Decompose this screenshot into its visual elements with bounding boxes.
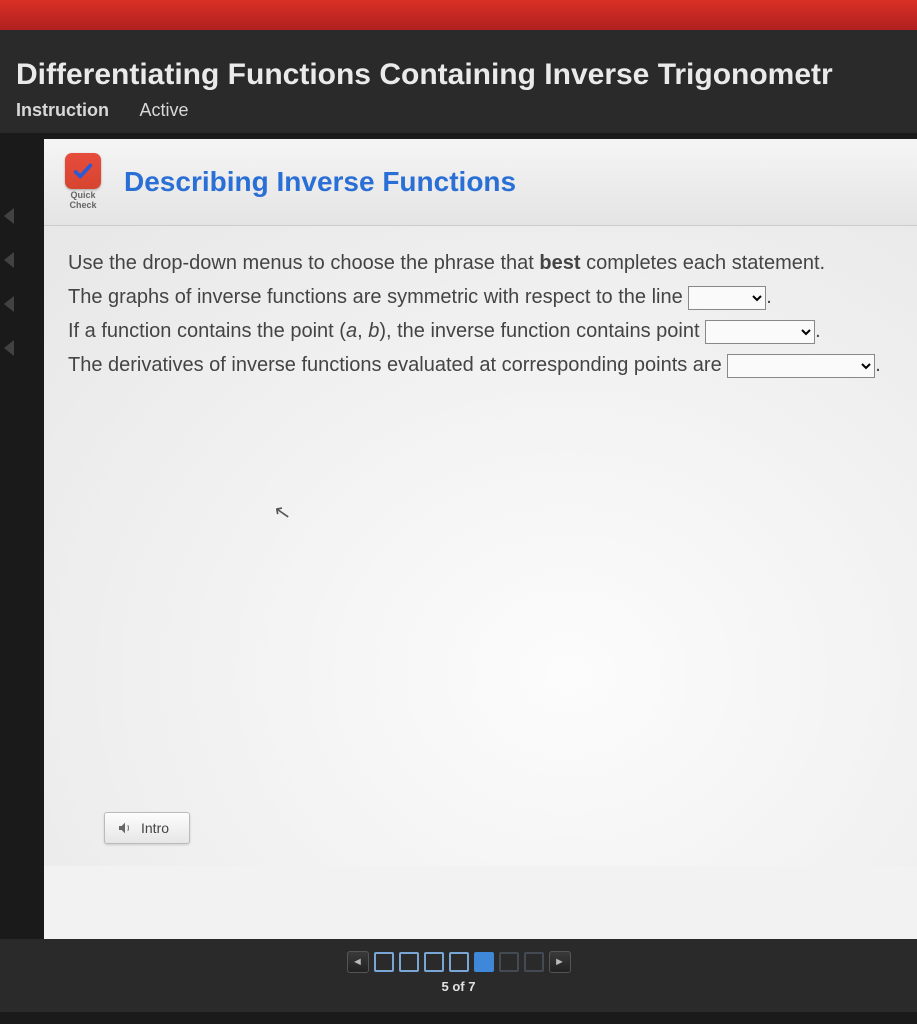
side-marker-icon [4,340,14,356]
dropdown-symmetry-line[interactable] [688,286,766,310]
nav-next-button[interactable]: ► [549,951,571,973]
page-count-label: 5 of 7 [0,979,917,994]
instruction-line: Use the drop-down menus to choose the ph… [68,246,893,280]
nav-page-3[interactable] [424,952,444,972]
quick-check-badge: QuickCheck [62,153,104,211]
content-panel: QuickCheck Describing Inverse Functions … [44,139,917,939]
tab-active[interactable]: Active [139,100,188,121]
nav-page-1[interactable] [374,952,394,972]
footer-navigation: ◄ ► 5 of 7 [0,939,917,1012]
nav-page-6[interactable] [499,952,519,972]
tab-instruction[interactable]: Instruction [16,100,109,121]
statement-1: The graphs of inverse functions are symm… [68,280,893,314]
side-marker-icon [4,296,14,312]
nav-prev-button[interactable]: ◄ [347,951,369,973]
lesson-header: Differentiating Functions Containing Inv… [0,30,917,133]
dropdown-inverse-point[interactable] [705,320,815,344]
page-title: Differentiating Functions Containing Inv… [16,58,901,92]
nav-page-2[interactable] [399,952,419,972]
dropdown-derivatives-relation[interactable] [727,354,875,378]
statement-3: The derivatives of inverse functions eva… [68,348,893,382]
content-header: QuickCheck Describing Inverse Functions [44,139,917,226]
side-marker-icon [4,252,14,268]
content-title: Describing Inverse Functions [124,166,516,198]
statement-2: If a function contains the point (a, b),… [68,314,893,348]
top-red-bar [0,0,917,30]
speaker-icon [117,820,133,836]
nav-row: ◄ ► [0,951,917,973]
quick-check-label: QuickCheck [69,191,96,211]
nav-page-7[interactable] [524,952,544,972]
checkmark-icon [65,153,101,189]
nav-page-5[interactable] [474,952,494,972]
left-side-markers [0,180,24,384]
side-marker-icon [4,208,14,224]
tab-row: Instruction Active [16,100,901,121]
intro-button[interactable]: Intro [104,812,190,844]
mouse-cursor-icon: ↖ [271,495,293,531]
nav-page-4[interactable] [449,952,469,972]
intro-button-label: Intro [141,820,169,836]
content-body: Use the drop-down menus to choose the ph… [44,226,917,866]
